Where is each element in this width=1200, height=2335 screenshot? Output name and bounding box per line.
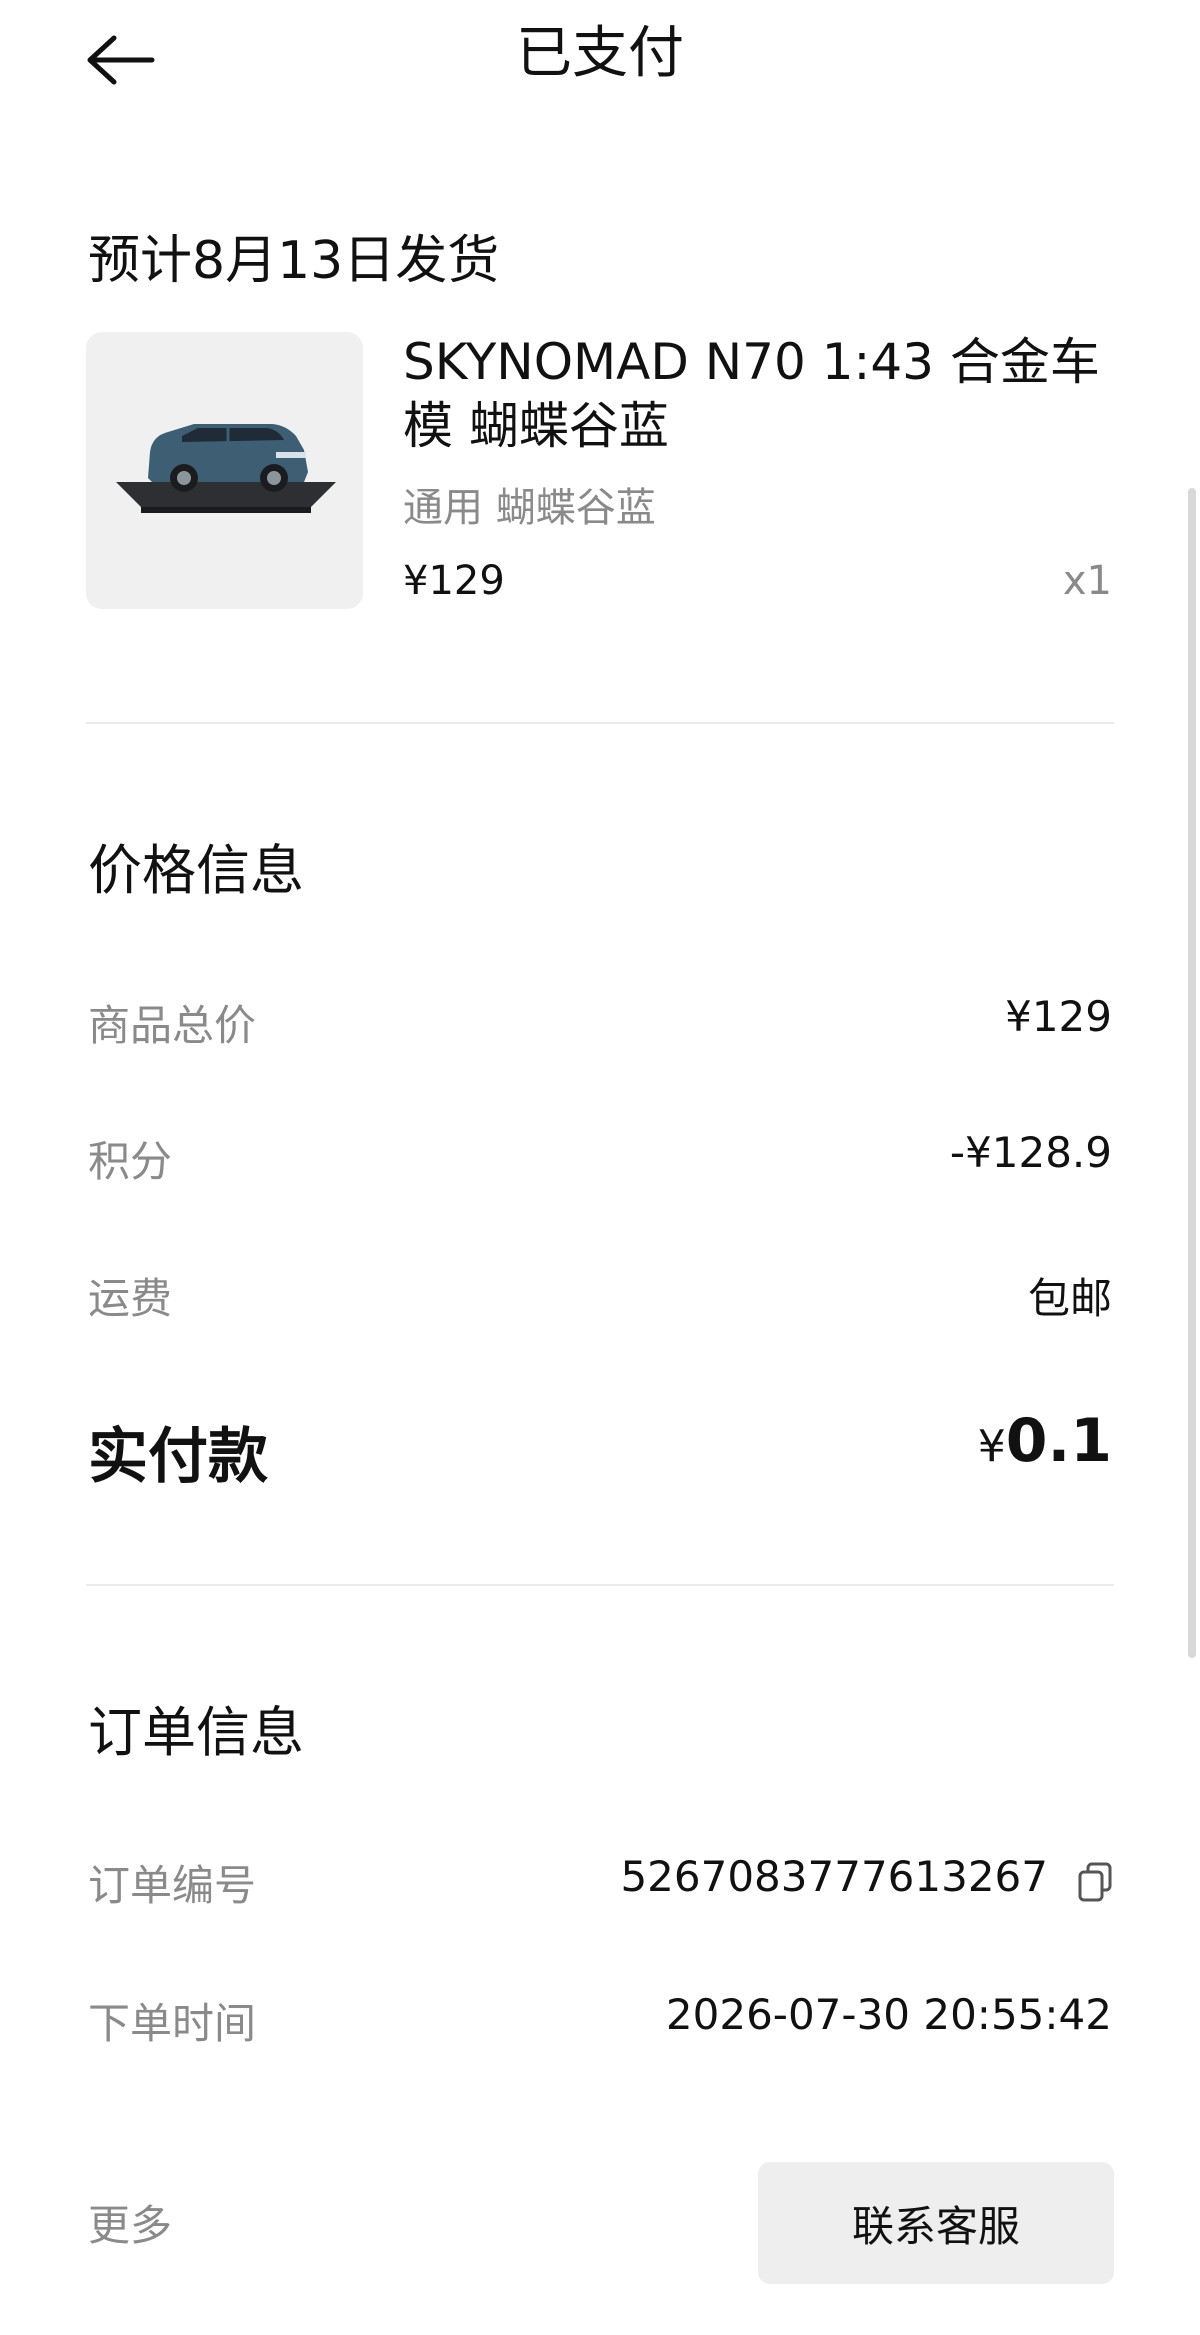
total-paid-label: 实付款 <box>88 1422 268 1492</box>
order-info-title: 订单信息 <box>88 1701 304 1764</box>
shipping-fee-label: 运费 <box>88 1274 173 1323</box>
contact-support-button[interactable]: 联系客服 <box>758 2162 1114 2284</box>
subtotal-value: ¥129 <box>1005 992 1112 1041</box>
order-number-label: 订单编号 <box>88 1861 257 1910</box>
product-spec: 通用 蝴蝶谷蓝 <box>403 485 656 531</box>
product-quantity: x1 <box>1062 558 1112 604</box>
order-time-value: 2026-07-30 20:55:42 <box>665 1990 1112 2039</box>
shipping-fee-value: 包邮 <box>1027 1274 1112 1323</box>
points-value: -¥128.9 <box>949 1128 1112 1177</box>
points-label: 积分 <box>88 1137 173 1186</box>
shipping-estimate: 预计8月13日发货 <box>88 231 500 291</box>
scrollbar[interactable] <box>1188 488 1196 1658</box>
total-paid-value: ¥0.1 <box>978 1406 1112 1476</box>
price-info-title: 价格信息 <box>88 839 304 902</box>
page-title: 已支付 <box>516 21 684 86</box>
order-time-label: 下单时间 <box>88 1999 257 2048</box>
car-model-image <box>116 424 336 513</box>
divider <box>86 1584 1114 1586</box>
more-button[interactable]: 更多 <box>88 2192 172 2253</box>
subtotal-label: 商品总价 <box>88 1001 257 1050</box>
total-amount: 0.1 <box>1005 1406 1112 1476</box>
copy-icon[interactable] <box>1078 1862 1112 1902</box>
product-name[interactable]: SKYNOMAD N70 1:43 合金车模 蝴蝶谷蓝 <box>403 330 1123 458</box>
product-price: ¥129 <box>403 558 505 604</box>
divider <box>86 722 1114 724</box>
product-image[interactable] <box>86 332 363 609</box>
order-number-value: 5267083777613267 <box>620 1852 1048 1901</box>
total-currency: ¥ <box>977 1421 1006 1472</box>
